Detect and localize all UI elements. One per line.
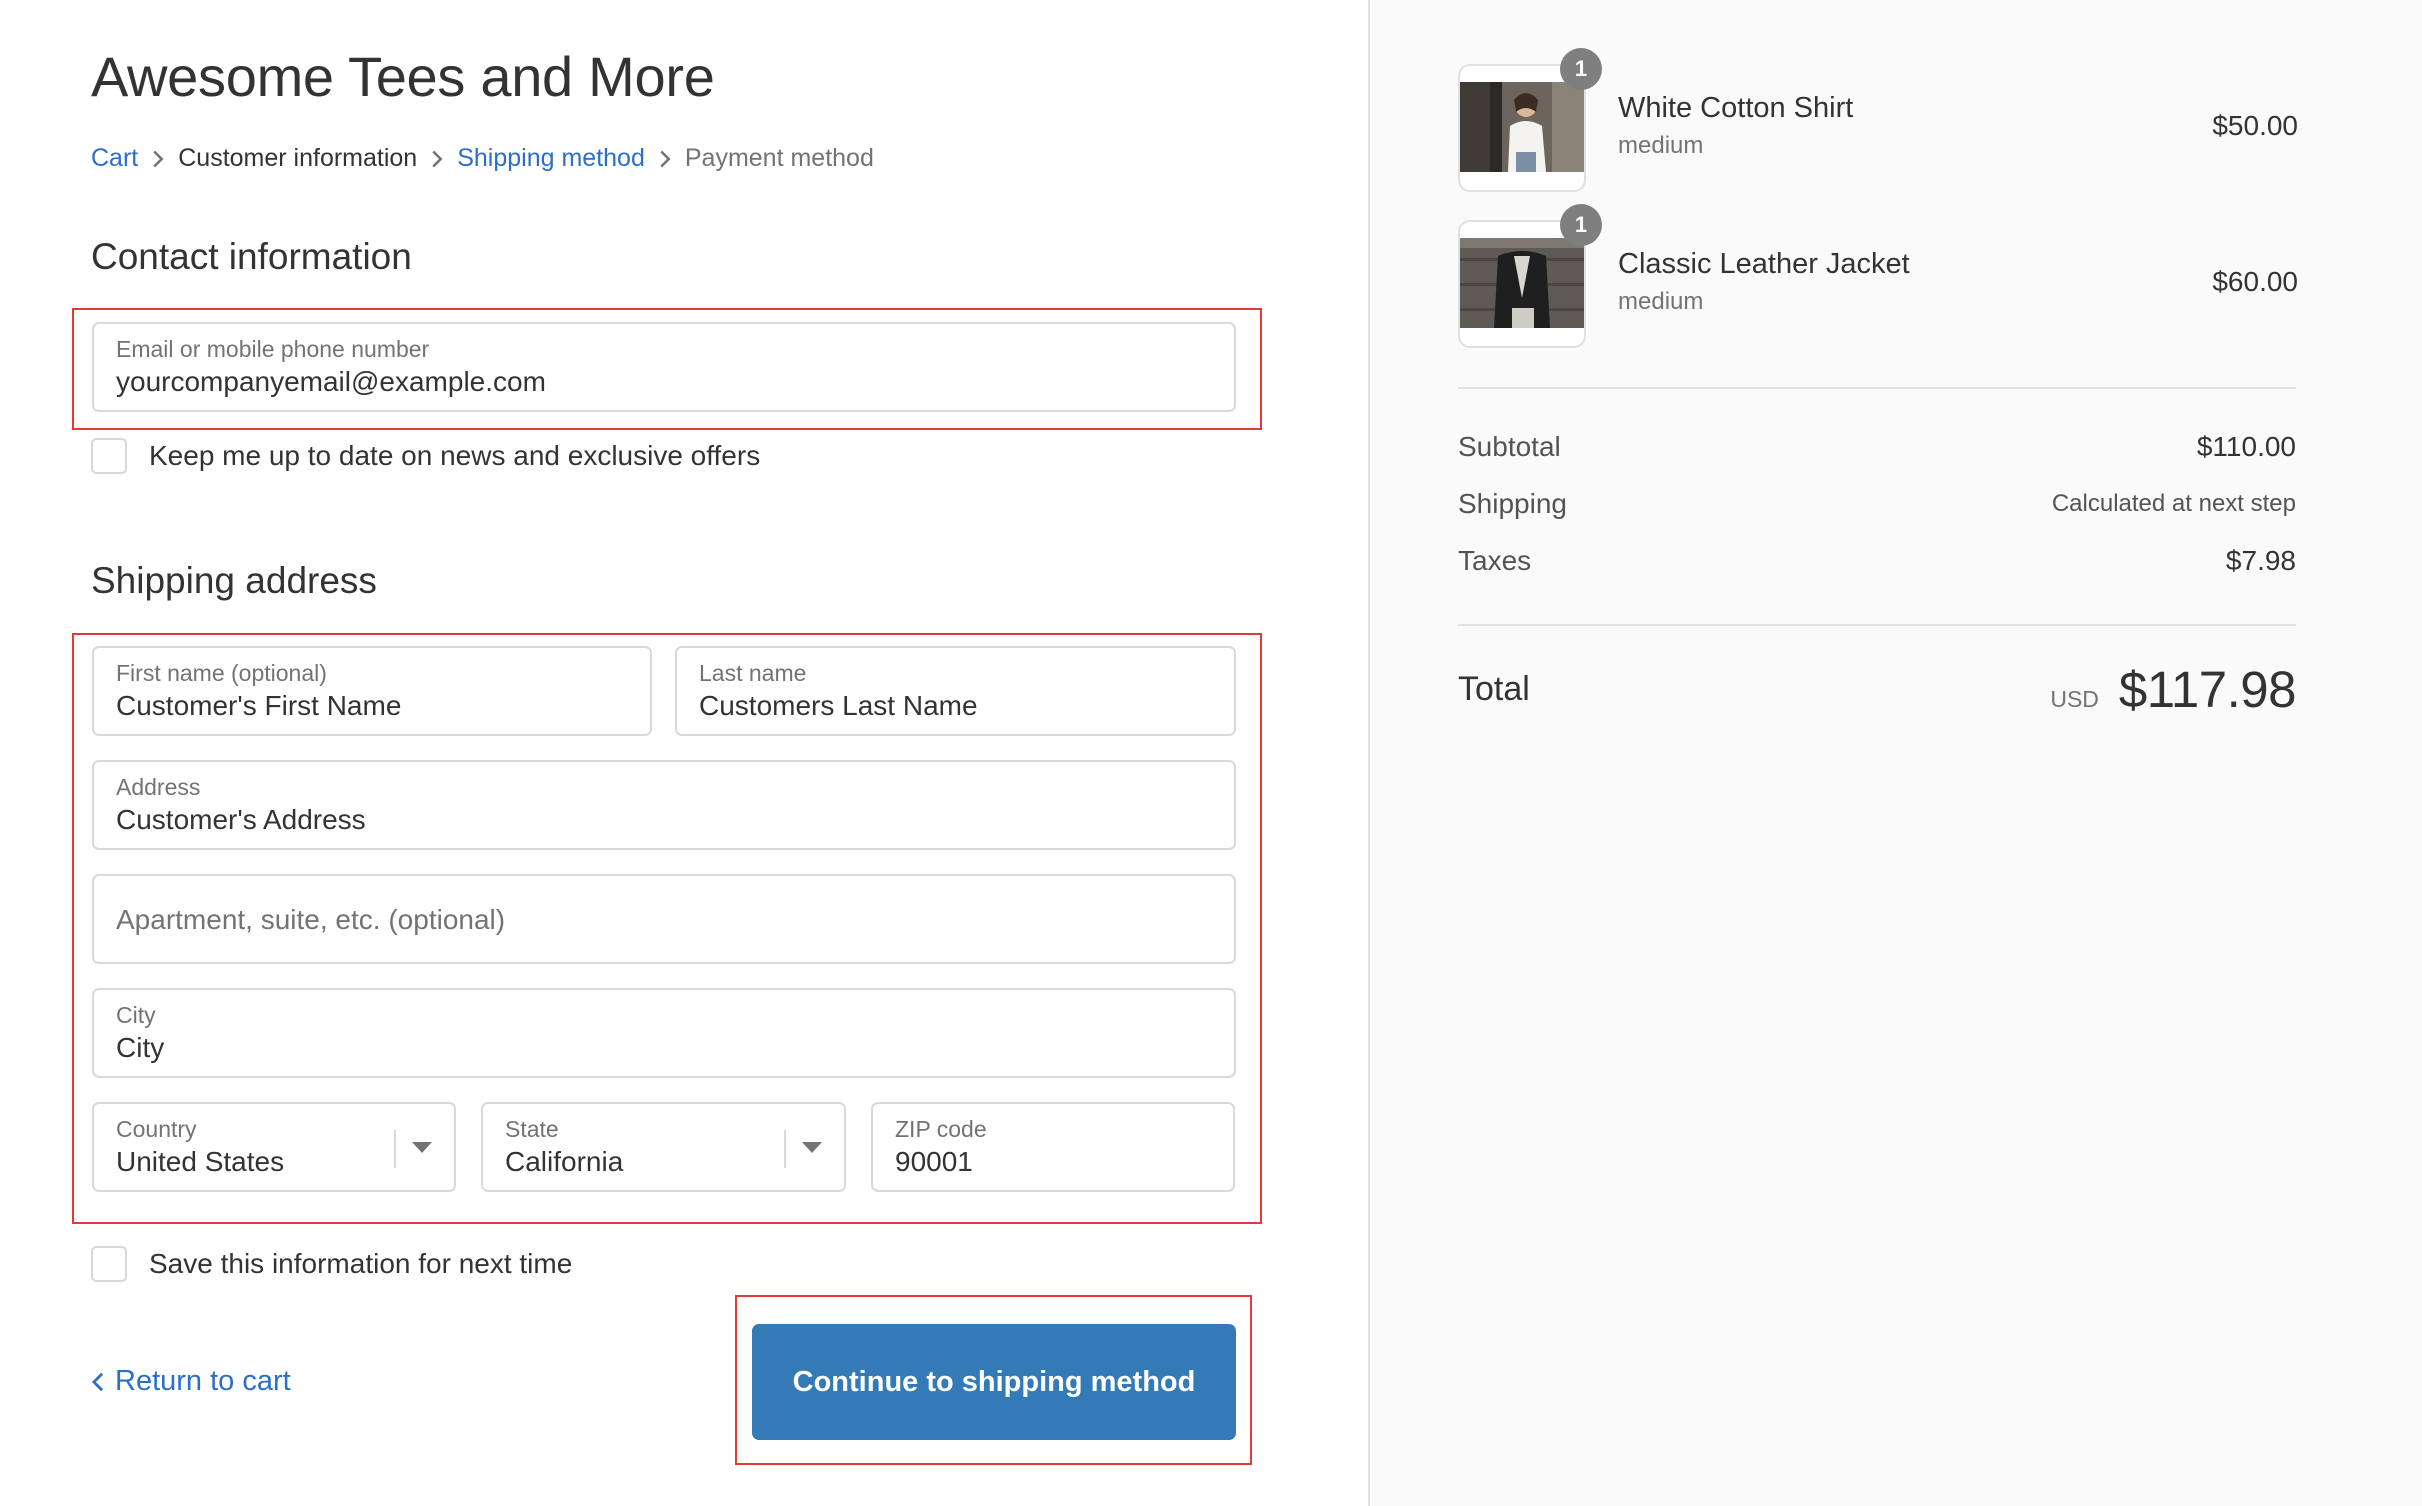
- total-row: Total USD $117.98: [1458, 660, 2297, 719]
- return-to-cart-label: Return to cart: [115, 1365, 291, 1397]
- save-info-label: Save this information for next time: [149, 1248, 573, 1279]
- taxes-value: $7.98: [2225, 545, 2296, 576]
- newsletter-checkbox-row[interactable]: Keep me up to date on news and exclusive…: [91, 438, 760, 474]
- select-divider: [784, 1130, 786, 1168]
- first-name-field[interactable]: First name (optional): [92, 646, 652, 736]
- total-amount-group: USD $117.98: [2050, 660, 2296, 719]
- item-price: $60.00: [2212, 266, 2298, 297]
- shipping-label: Shipping: [1458, 488, 1567, 519]
- checkout-form-panel: Awesome Tees and More Cart Customer info…: [0, 0, 1368, 1506]
- email-field-label: Email or mobile phone number: [116, 336, 430, 362]
- last-name-input[interactable]: [699, 690, 1212, 722]
- address-label: Address: [116, 774, 201, 800]
- email-input[interactable]: [116, 366, 1212, 398]
- zip-field[interactable]: ZIP code: [871, 1102, 1235, 1192]
- item-variant: medium: [1618, 288, 1704, 315]
- taxes-label: Taxes: [1458, 545, 1532, 576]
- first-name-input[interactable]: [116, 690, 628, 722]
- state-select[interactable]: State California: [481, 1102, 846, 1192]
- breadcrumb-payment-method: Payment method: [684, 144, 874, 172]
- taxes-row: Taxes $7.98: [1458, 545, 2296, 577]
- total-value: $117.98: [2118, 661, 2297, 718]
- breadcrumb-cart-link[interactable]: Cart: [91, 144, 138, 173]
- newsletter-checkbox[interactable]: [91, 438, 127, 474]
- last-name-field[interactable]: Last name: [675, 646, 1236, 736]
- chevron-right-icon: [417, 144, 457, 173]
- continue-to-shipping-button[interactable]: Continue to shipping method: [752, 1324, 1236, 1440]
- order-item: 1 White Cotton Shirt medium $50.00: [1458, 48, 2298, 194]
- contact-section-title: Contact information: [91, 236, 412, 277]
- shipping-value: Calculated at next step: [2051, 490, 2296, 517]
- address-field[interactable]: Address: [92, 760, 1236, 850]
- caret-down-icon: [412, 1142, 432, 1153]
- return-to-cart-link[interactable]: Return to cart: [91, 1365, 291, 1398]
- country-select[interactable]: Country United States: [92, 1102, 456, 1192]
- shipping-section-title: Shipping address: [91, 560, 377, 601]
- order-item: 1 Classic Leather Jacket medium $60.00: [1458, 204, 2298, 350]
- quantity-badge: 1: [1560, 48, 1602, 90]
- city-field[interactable]: City: [92, 988, 1236, 1078]
- zip-label: ZIP code: [895, 1116, 987, 1142]
- state-value: California: [505, 1146, 624, 1177]
- state-label: State: [505, 1116, 559, 1142]
- newsletter-label: Keep me up to date on news and exclusive…: [149, 440, 761, 471]
- save-info-checkbox-row[interactable]: Save this information for next time: [91, 1246, 572, 1282]
- quantity-badge: 1: [1560, 204, 1602, 246]
- first-name-label: First name (optional): [116, 660, 327, 686]
- white-shirt-image: [1460, 82, 1584, 172]
- chevron-right-icon: [645, 144, 685, 173]
- breadcrumb: Cart Customer information Shipping metho…: [91, 144, 874, 173]
- shipping-row: Shipping Calculated at next step: [1458, 488, 2296, 520]
- chevron-left-icon: [91, 1372, 104, 1391]
- city-label: City: [116, 1002, 156, 1028]
- total-label: Total: [1458, 670, 1530, 708]
- city-input[interactable]: [116, 1032, 1212, 1064]
- country-value: United States: [116, 1146, 285, 1177]
- item-name: Classic Leather Jacket: [1618, 248, 1910, 280]
- country-label: Country: [116, 1116, 197, 1142]
- subtotal-label: Subtotal: [1458, 431, 1561, 462]
- product-thumbnail: 1: [1458, 48, 1602, 192]
- item-name: White Cotton Shirt: [1618, 92, 1854, 124]
- address-input[interactable]: [116, 804, 1212, 836]
- email-field[interactable]: Email or mobile phone number: [92, 322, 1236, 412]
- divider: [1458, 624, 2296, 626]
- item-price: $50.00: [2212, 110, 2298, 141]
- divider: [1458, 387, 2296, 389]
- caret-down-icon: [802, 1142, 822, 1153]
- breadcrumb-shipping-method-link[interactable]: Shipping method: [457, 144, 645, 173]
- save-info-checkbox[interactable]: [91, 1246, 127, 1282]
- apartment-placeholder: Apartment, suite, etc. (optional): [116, 904, 506, 935]
- product-thumbnail: 1: [1458, 204, 1602, 348]
- leather-jacket-image: [1460, 238, 1584, 328]
- subtotal-row: Subtotal $110.00: [1458, 431, 2296, 463]
- breadcrumb-customer-information: Customer information: [178, 144, 418, 172]
- currency-code: USD: [2050, 686, 2099, 712]
- subtotal-value: $110.00: [2196, 431, 2296, 462]
- item-variant: medium: [1618, 132, 1704, 159]
- select-divider: [394, 1130, 396, 1168]
- chevron-right-icon: [138, 144, 178, 173]
- apartment-field[interactable]: Apartment, suite, etc. (optional): [92, 874, 1236, 964]
- zip-input[interactable]: [895, 1146, 1211, 1178]
- last-name-label: Last name: [699, 660, 807, 686]
- order-summary-panel: 1 White Cotton Shirt medium $50.00 1 Cla…: [1368, 0, 2422, 1506]
- shop-title: Awesome Tees and More: [91, 45, 715, 108]
